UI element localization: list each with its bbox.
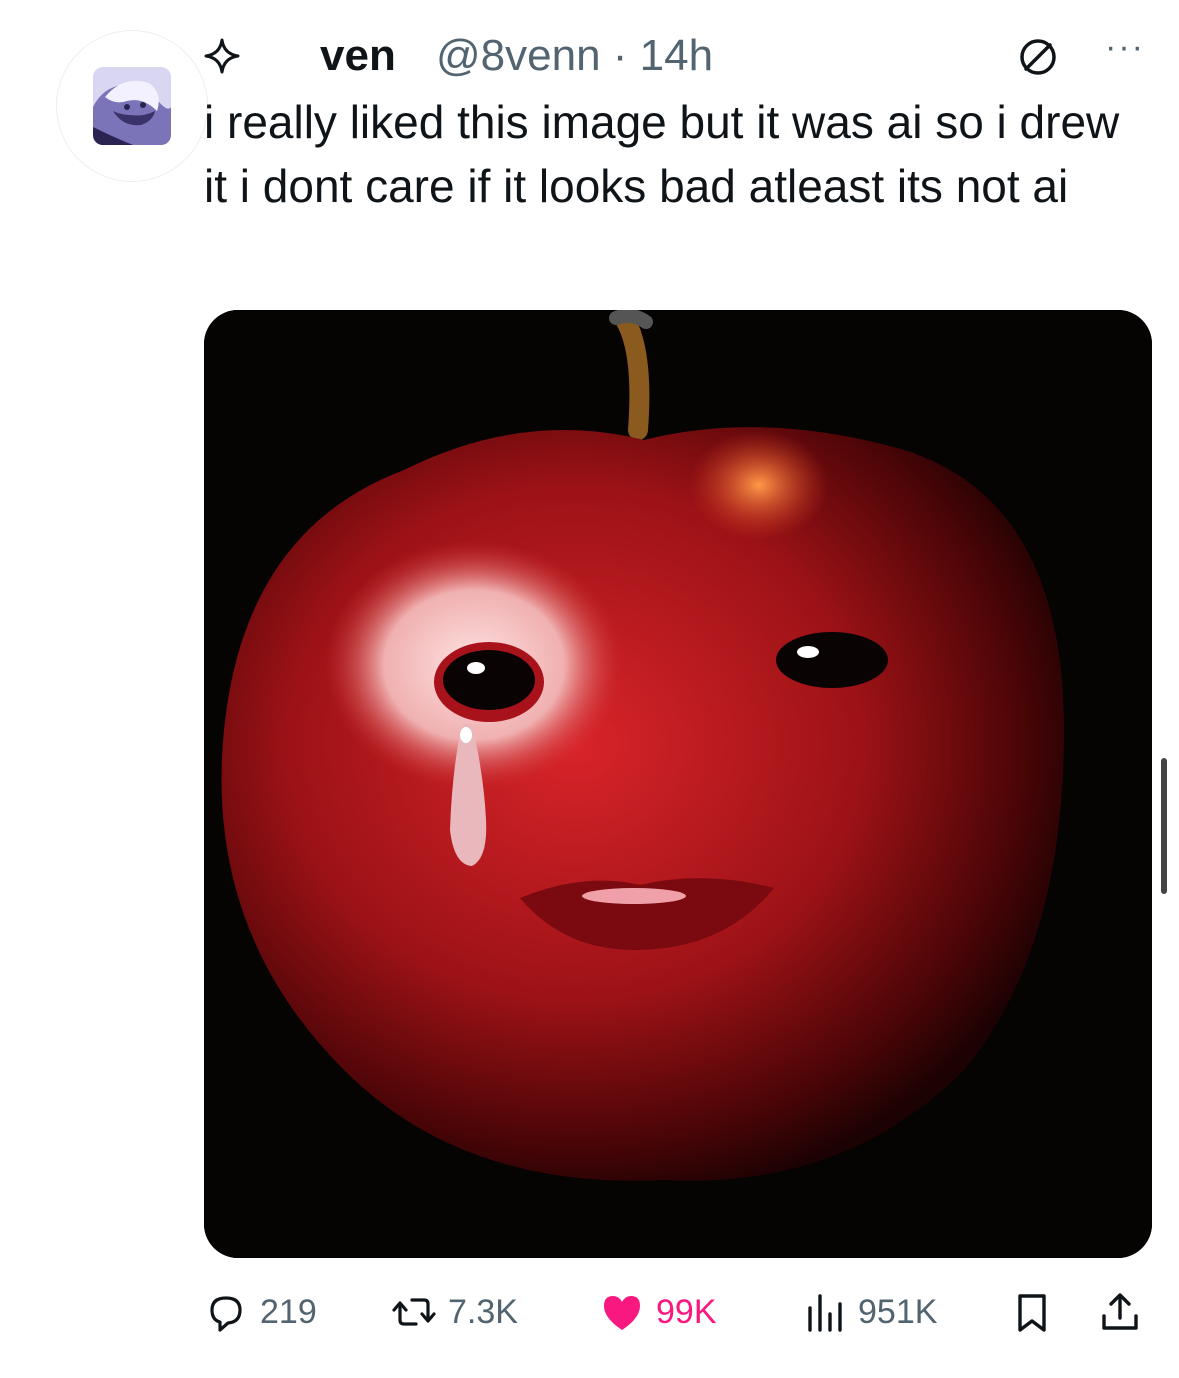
views-count: 951K	[858, 1292, 938, 1331]
apple-illustration	[204, 310, 1152, 1258]
handle-and-time[interactable]: @8venn · 14h	[436, 30, 713, 82]
avatar[interactable]	[56, 30, 208, 182]
post-image[interactable]	[204, 310, 1152, 1258]
post-header: ven @8venn · 14h ···	[204, 22, 1149, 86]
action-bar: 219 7.3K 99K 951K	[204, 1282, 1150, 1342]
avatar-image	[93, 67, 171, 145]
like-count: 99K	[656, 1292, 717, 1331]
repost-count: 7.3K	[448, 1292, 518, 1331]
heart-icon	[604, 1296, 640, 1330]
display-name[interactable]: ven	[320, 30, 396, 82]
repost-icon	[392, 1298, 436, 1326]
reply-button[interactable]: 219	[204, 1282, 317, 1342]
sparkle-icon	[204, 38, 240, 74]
scrollbar[interactable]	[1161, 758, 1167, 894]
no-entry-icon	[1020, 39, 1056, 75]
reply-icon	[210, 1296, 242, 1332]
more-options-button[interactable]: ···	[1105, 28, 1145, 67]
share-button[interactable]	[1098, 1282, 1142, 1342]
post-text: i really liked this image but it was ai …	[204, 96, 1120, 212]
repost-button[interactable]: 7.3K	[392, 1282, 518, 1342]
views-button[interactable]: 951K	[802, 1282, 937, 1342]
share-icon	[1102, 1293, 1138, 1330]
bookmark-icon	[1018, 1294, 1046, 1332]
reply-count: 219	[260, 1292, 317, 1331]
bookmark-button[interactable]	[1010, 1282, 1054, 1342]
like-button[interactable]: 99K	[600, 1282, 717, 1342]
views-icon	[808, 1294, 842, 1332]
